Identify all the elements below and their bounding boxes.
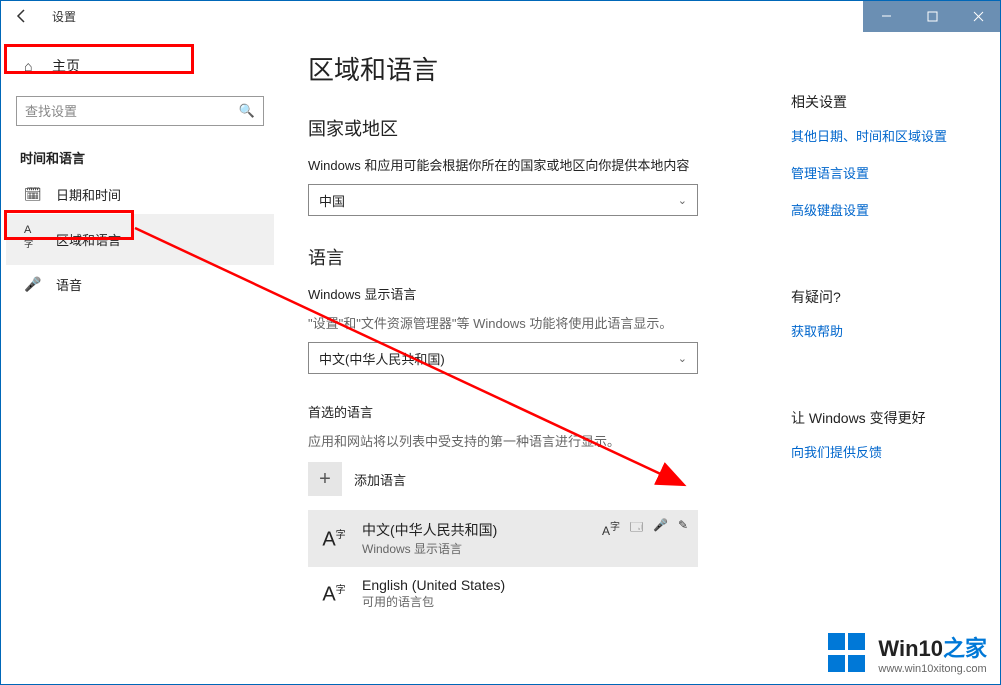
page-title: 区域和语言	[308, 50, 751, 87]
language-sub: Windows 显示语言	[362, 540, 497, 557]
question-head: 有疑问?	[791, 287, 985, 307]
link-other-date-region[interactable]: 其他日期、时间和区域设置	[791, 126, 985, 145]
watermark-brand-zh: 之家	[943, 636, 987, 661]
display-language-dropdown[interactable]: 中文(中华人民共和国) ⌄	[308, 342, 698, 374]
language-item-en[interactable]: A字 English (United States) 可用的语言包	[308, 567, 698, 620]
language-glyph-icon: A字	[320, 526, 348, 552]
maximize-icon	[927, 11, 938, 22]
sidebar-section-label: 时间和语言	[6, 144, 274, 175]
language-sub: 可用的语言包	[362, 593, 505, 610]
close-icon	[973, 11, 984, 22]
maximize-button[interactable]	[909, 0, 955, 32]
sidebar: ⌂ 主页 🔍 时间和语言 🗓 日期和时间 A字 区域和语言 🎤 语音	[0, 32, 280, 685]
link-get-help[interactable]: 获取帮助	[791, 321, 985, 340]
language-feature-icons: A字 🗔 🎤 ✎	[602, 518, 688, 539]
text-to-speech-icon: 🗔	[630, 518, 643, 539]
close-button[interactable]	[955, 0, 1001, 32]
watermark: Win10之家 www.win10xitong.com	[828, 631, 987, 675]
windows-logo-icon	[828, 633, 868, 673]
link-manage-language[interactable]: 管理语言设置	[791, 163, 985, 182]
chevron-down-icon: ⌄	[678, 352, 687, 365]
watermark-brand-en: Win10	[878, 636, 943, 661]
display-language-desc: "设置"和"文件资源管理器"等 Windows 功能将使用此语言显示。	[308, 313, 751, 332]
sidebar-item-speech[interactable]: 🎤 语音	[6, 265, 274, 304]
calendar-icon: 🗓	[24, 186, 40, 203]
region-desc: Windows 和应用可能会根据你所在的国家或地区向你提供本地内容	[308, 155, 751, 174]
region-selected: 中国	[319, 191, 345, 210]
window-buttons	[863, 0, 1001, 32]
preferred-languages-label: 首选的语言	[308, 402, 751, 421]
search-input[interactable]	[25, 104, 239, 119]
arrow-left-icon	[14, 8, 30, 24]
back-button[interactable]	[0, 0, 44, 32]
minimize-button[interactable]	[863, 0, 909, 32]
preferred-languages-desc: 应用和网站将以列表中受支持的第一种语言进行显示。	[308, 431, 751, 450]
language-name: 中文(中华人民共和国)	[362, 520, 497, 540]
language-glyph-icon: A字	[320, 581, 348, 607]
titlebar: 设置	[0, 0, 1001, 32]
search-icon: 🔍	[239, 103, 255, 119]
language-icon: A字	[24, 224, 40, 255]
plus-icon: +	[308, 462, 342, 496]
better-head: 让 Windows 变得更好	[791, 408, 985, 428]
sidebar-item-label: 日期和时间	[56, 185, 121, 204]
display-lang-icon: A字	[602, 518, 620, 539]
language-heading: 语言	[308, 244, 751, 270]
display-language-label: Windows 显示语言	[308, 284, 751, 303]
minimize-icon	[881, 11, 892, 22]
handwriting-icon: ✎	[678, 518, 688, 539]
related-settings-head: 相关设置	[791, 92, 985, 112]
microphone-icon: 🎤	[24, 276, 40, 293]
add-language-label: 添加语言	[354, 470, 406, 489]
watermark-url: www.win10xitong.com	[878, 663, 987, 675]
link-advanced-keyboard[interactable]: 高级键盘设置	[791, 200, 985, 219]
link-feedback[interactable]: 向我们提供反馈	[791, 442, 985, 461]
region-dropdown[interactable]: 中国 ⌄	[308, 184, 698, 216]
display-language-selected: 中文(中华人民共和国)	[319, 349, 445, 368]
home-label: 主页	[52, 56, 80, 76]
window-title: 设置	[44, 0, 863, 32]
home-icon: ⌂	[24, 58, 40, 74]
language-name: English (United States)	[362, 577, 505, 593]
sidebar-item-label: 语音	[56, 275, 82, 294]
add-language-button[interactable]: + 添加语言	[308, 462, 751, 496]
sidebar-item-label: 区域和语言	[56, 230, 121, 249]
region-heading: 国家或地区	[308, 115, 751, 141]
speech-icon: 🎤	[653, 518, 668, 539]
chevron-down-icon: ⌄	[678, 194, 687, 207]
home-nav[interactable]: ⌂ 主页	[10, 48, 270, 84]
right-panel: 相关设置 其他日期、时间和区域设置 管理语言设置 高级键盘设置 有疑问? 获取帮…	[781, 32, 1001, 685]
search-box[interactable]: 🔍	[16, 96, 264, 126]
sidebar-item-datetime[interactable]: 🗓 日期和时间	[6, 175, 274, 214]
sidebar-item-region-language[interactable]: A字 区域和语言	[6, 214, 274, 265]
language-item-zh[interactable]: A字 中文(中华人民共和国) Windows 显示语言 A字 🗔 🎤 ✎	[308, 510, 698, 567]
main-content: 区域和语言 国家或地区 Windows 和应用可能会根据你所在的国家或地区向你提…	[280, 32, 781, 685]
